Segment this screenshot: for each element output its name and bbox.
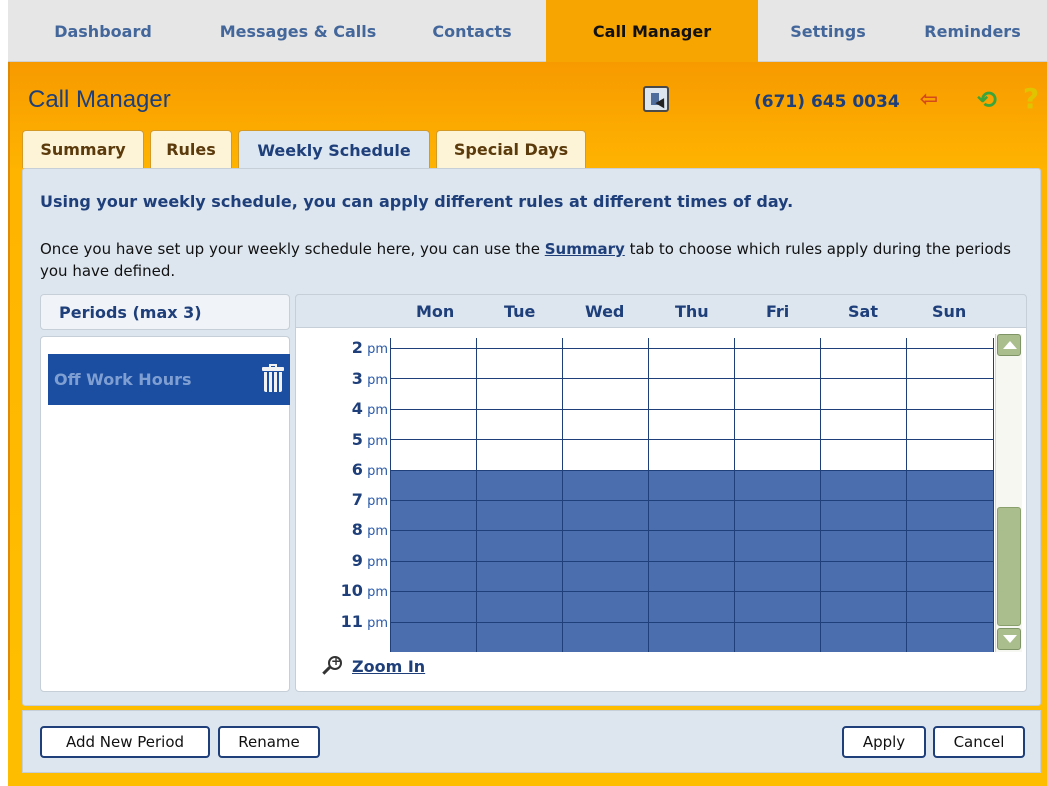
add-new-period-button[interactable]: Add New Period	[40, 726, 210, 758]
scroll-thumb[interactable]	[997, 507, 1021, 626]
day-header-wed: Wed	[585, 302, 625, 321]
scroll-up-button[interactable]	[997, 334, 1021, 356]
nav-tab-call-manager[interactable]: Call Manager	[546, 0, 758, 62]
description-text-start: Once you have set up your weekly schedul…	[40, 240, 545, 258]
period-item-off-work-hours[interactable]: Off Work Hours	[48, 354, 290, 405]
rename-button[interactable]: Rename	[218, 726, 320, 758]
zoom-in-link[interactable]: Zoom In	[322, 654, 426, 677]
day-header-sun: Sun	[932, 302, 967, 321]
tab-summary[interactable]: Summary	[22, 130, 144, 168]
app-frame: Dashboard Messages & Calls Contacts Call…	[0, 0, 1047, 786]
schedule-day-header	[295, 294, 1027, 328]
help-icon[interactable]: ?	[1020, 84, 1042, 114]
hour-label: 8 pm	[351, 520, 388, 539]
zoom-in-label: Zoom In	[352, 656, 426, 676]
hour-label: 7 pm	[351, 490, 388, 509]
phone-number: (671) 645 0034	[754, 92, 900, 112]
hour-label: 6 pm	[351, 460, 388, 479]
panel-headline: Using your weekly schedule, you can appl…	[40, 192, 794, 211]
hour-label: 3 pm	[351, 369, 388, 388]
hour-label: 11 pm	[340, 612, 388, 631]
logout-icon[interactable]: ⇦	[916, 88, 942, 112]
nav-tab-settings[interactable]: Settings	[758, 0, 898, 62]
hour-label: 4 pm	[351, 399, 388, 418]
period-label: Off Work Hours	[54, 370, 192, 389]
periods-header: Periods (max 3)	[40, 294, 290, 330]
nav-tab-messages-calls[interactable]: Messages & Calls	[198, 0, 398, 62]
sub-tabs: Summary Rules Weekly Schedule Special Da…	[22, 130, 586, 170]
tab-special-days[interactable]: Special Days	[436, 130, 586, 168]
tab-rules[interactable]: Rules	[150, 130, 232, 168]
nav-tab-dashboard[interactable]: Dashboard	[8, 0, 198, 62]
apply-button[interactable]: Apply	[842, 726, 926, 758]
cancel-button[interactable]: Cancel	[933, 726, 1025, 758]
summary-link[interactable]: Summary	[545, 240, 625, 258]
zoom-in-icon	[322, 654, 344, 677]
top-navigation: Dashboard Messages & Calls Contacts Call…	[8, 0, 1047, 62]
hour-label: 5 pm	[351, 430, 388, 449]
scroll-down-button[interactable]	[997, 628, 1021, 650]
picker-icon[interactable]	[643, 86, 669, 112]
day-header-sat: Sat	[848, 302, 878, 321]
panel-description: Once you have set up your weekly schedul…	[40, 238, 1030, 282]
tab-weekly-schedule[interactable]: Weekly Schedule	[238, 130, 430, 170]
nav-tab-contacts[interactable]: Contacts	[398, 0, 546, 62]
trash-icon[interactable]	[262, 364, 284, 392]
day-header-thu: Thu	[675, 302, 709, 321]
hour-label: 2 pm	[351, 338, 388, 357]
day-header-mon: Mon	[416, 302, 455, 321]
hour-label: 10 pm	[340, 581, 388, 600]
refresh-icon[interactable]: ⟲	[974, 86, 1000, 114]
hour-label: 9 pm	[351, 551, 388, 570]
day-header-fri: Fri	[766, 302, 790, 321]
nav-tab-reminders[interactable]: Reminders	[898, 0, 1047, 62]
day-header-tue: Tue	[504, 302, 536, 321]
page-title: Call Manager	[28, 86, 171, 113]
schedule-grid[interactable]	[390, 338, 994, 652]
